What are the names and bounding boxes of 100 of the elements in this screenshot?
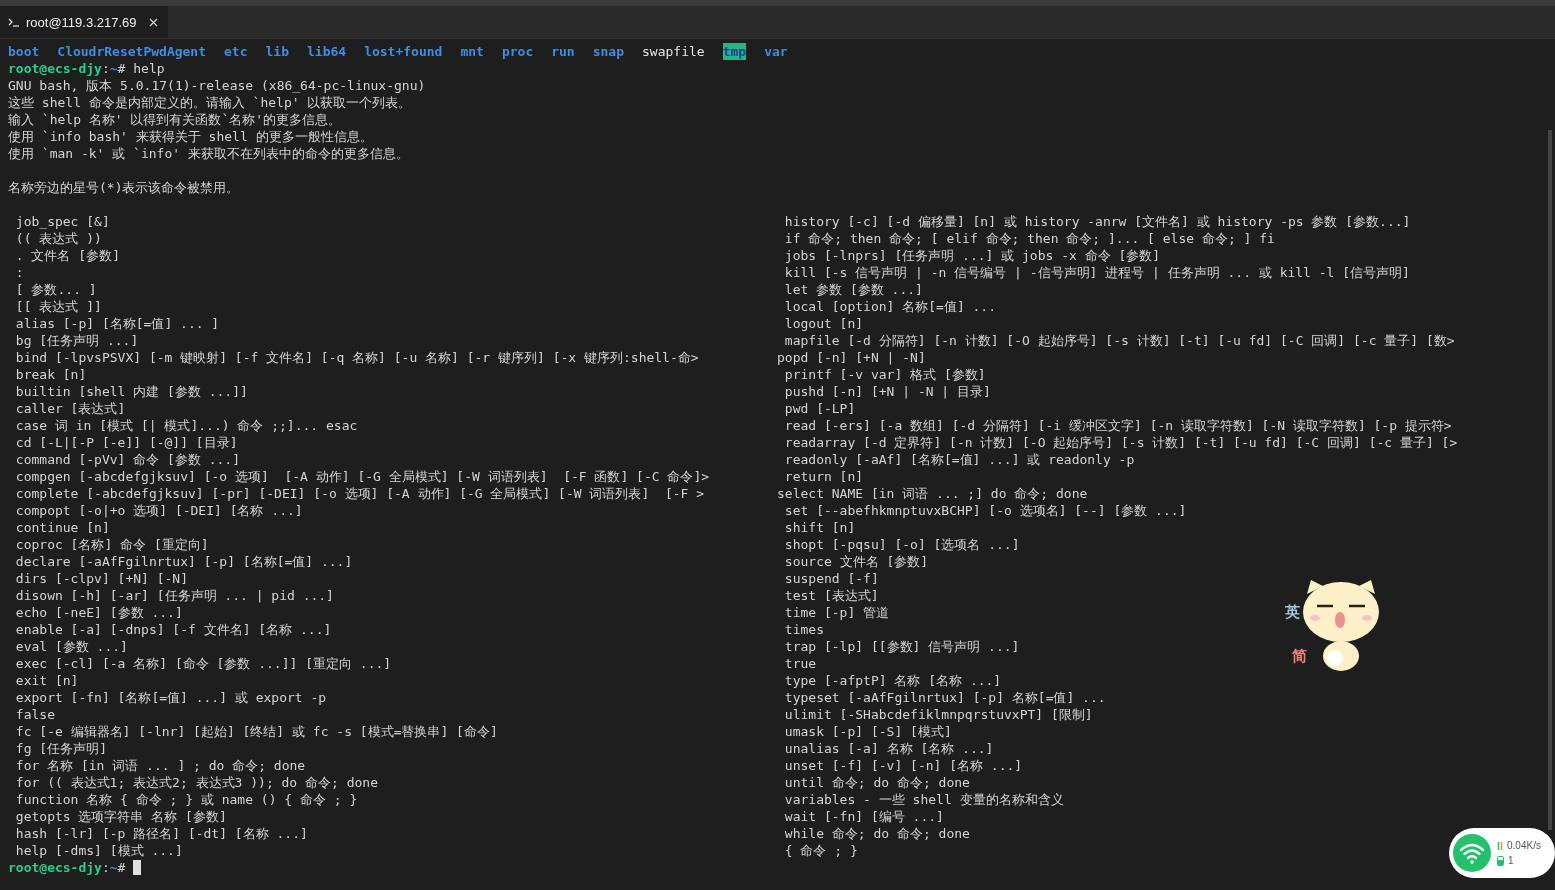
command-usage: help [-dms] [模式 ...] <box>14 842 183 859</box>
command-usage: unset [-f] [-v] [-n] [名称 ...] <box>783 757 1023 774</box>
command-usage: times <box>783 621 824 638</box>
command-usage: variables - 一些 shell 变量的名称和含义 <box>783 791 1064 808</box>
directory-entry: boot <box>8 43 40 60</box>
command-usage: alias [-p] [名称[=值] ... ] <box>14 315 220 332</box>
terminal-line: 使用 `info bash' 来获得关于 shell 的更多一般性信息。 <box>8 128 374 145</box>
command-usage: command [-pVv] 命令 [参数 ...] <box>14 451 240 468</box>
command-usage: pwd [-LP] <box>783 400 856 417</box>
command-usage: logout [n] <box>783 315 864 332</box>
command-usage: exec [-cl] [-a 名称] [命令 [参数 ...]] [重定向 ...] <box>14 655 392 672</box>
terminal-line: 输入 `help 名称' 以得到有关函数`名称'的更多信息。 <box>8 111 343 128</box>
directory-entry: lost+found <box>364 43 443 60</box>
command-usage: source 文件名 [参数] <box>783 553 929 570</box>
command-usage: shift [n] <box>783 519 856 536</box>
command-usage: type [-afptP] 名称 [名称 ...] <box>783 672 1002 689</box>
command-usage: getopts 选项字符串 名称 [参数] <box>14 808 227 825</box>
command-text: help <box>133 61 165 76</box>
command-usage: case 词 in [模式 [| 模式]...) 命令 ;;]... esac <box>14 417 358 434</box>
command-usage: enable [-a] [-dnps] [-f 文件名] [名称 ...] <box>14 621 332 638</box>
ime-mode-label: 简 <box>1292 647 1307 666</box>
device-count: 1 <box>1508 855 1514 866</box>
command-usage: while 命令; do 命令; done <box>783 825 970 842</box>
directory-entry: lib <box>265 43 289 60</box>
command-usage: for 名称 [in 词语 ... ] ; do 命令; done <box>14 757 306 774</box>
directory-entry: CloudrResetPwdAgent <box>57 43 207 60</box>
command-usage: set [--abefhkmnptuvxBCHP] [-o 选项名] [--] [参数 ...] <box>783 502 1187 519</box>
command-usage: history [-c] [-d 偏移量] [n] 或 history -anrw [文件名] 或 history -ps 参数 [参数...] <box>783 213 1411 230</box>
command-usage: continue [n] <box>14 519 110 536</box>
command-usage: shopt [-pqsu] [-o] [选项名 ...] <box>783 536 1020 553</box>
command-usage: typeset [-aAfFgilnrtux] [-p] 名称[=值] ... <box>783 689 1106 706</box>
command-usage: jobs [-lnprs] [任务声明 ...] 或 jobs -x 命令 [参数] <box>783 247 1161 264</box>
command-usage: trap [-lp] [[参数] 信号声明 ...] <box>783 638 1020 655</box>
command-usage: until 命令; do 命令; done <box>783 774 970 791</box>
device-icon <box>1497 855 1504 866</box>
command-usage: time [-p] 管道 <box>783 604 890 621</box>
prompt-separator: : <box>101 61 110 76</box>
wifi-icon <box>1453 834 1491 872</box>
command-usage: pushd [-n] [+N | -N | 目录] <box>783 383 991 400</box>
command-usage: popd [-n] [+N | -N] <box>777 349 926 366</box>
terminal-tab[interactable]: root@119.3.217.69 <box>0 6 168 38</box>
command-usage: break [n] <box>14 366 87 383</box>
command-usage: readonly [-aAf] [名称[=值] ...] 或 readonly -p <box>783 451 1135 468</box>
command-usage: (( 表达式 )) <box>14 230 102 247</box>
command-usage: fc [-e 编辑器名] [-lnr] [起始] [终结] 或 fc -s [模式=替换串] [命令] <box>14 723 498 740</box>
command-usage: mapfile [-d 分隔符] [-n 计数] [-O 起始序号] [-s 计数] [-t] [-u fd] [-C 回调] [-c 量子] [数> <box>783 332 1455 349</box>
command-usage: eval [参数 ...] <box>14 638 128 655</box>
directory-entry: etc <box>224 43 248 60</box>
command-usage: read [-ers] [-a 数组] [-d 分隔符] [-i 缓冲区文字] [-n 读取字符数] [-N 读取字符数] [-p 提示符> <box>783 417 1452 434</box>
ime-mode-label: 英 <box>1285 603 1300 622</box>
command-usage: true <box>783 655 817 672</box>
prompt-symbol: # <box>117 860 126 875</box>
command-usage: function 名称 { 命令 ; } 或 name () { 命令 ; } <box>14 791 358 808</box>
command-usage: echo [-neE] [参数 ...] <box>14 604 183 621</box>
command-usage: for (( 表达式1; 表达式2; 表达式3 )); do 命令; done <box>14 774 378 791</box>
prompt-path: ~ <box>109 860 118 875</box>
terminal-line: GNU bash, 版本 5.0.17(1)-release (x86_64-pc-linux-gnu) <box>8 77 427 94</box>
command-usage: [[ 表达式 ]] <box>14 298 102 315</box>
directory-entry: var <box>764 43 788 60</box>
command-usage: compgen [-abcdefgjksuv] [-o 选项] [-A 动作] [-G 全局模式] [-W 词语列表] [-F 函数] [-C 命令]> <box>14 468 710 485</box>
command-usage: caller [表达式] <box>14 400 126 417</box>
command-usage: compopt [-o|+o 选项] [-DEI] [名称 ...] <box>14 502 303 519</box>
command-usage: fg [任务声明] <box>14 740 107 757</box>
prompt-symbol: # <box>117 61 126 76</box>
command-usage: return [n] <box>783 468 864 485</box>
directory-entry: snap <box>592 43 624 60</box>
command-usage: false <box>14 706 55 723</box>
directory-entry: proc <box>501 43 534 60</box>
command-usage: builtin [shell 内建 [参数 ...]] <box>14 383 248 400</box>
command-usage: disown [-h] [-ar] [任务声明 ... | pid ...] <box>14 587 334 604</box>
directory-entry: mnt <box>460 43 484 60</box>
scrollbar[interactable] <box>1548 130 1552 830</box>
command-usage: export [-fn] [名称[=值] ...] 或 export -p <box>14 689 327 706</box>
transfer-arrows-icon <box>1497 840 1503 851</box>
command-usage: dirs [-clpv] [+N] [-N] <box>14 570 188 587</box>
command-usage: suspend [-f] <box>783 570 879 587</box>
command-usage: readarray [-d 定界符] [-n 计数] [-O 起始序号] [-s 计数] [-t] [-u fd] [-C 回调] [-c 量子] [> <box>783 434 1458 451</box>
command-usage: declare [-aAfFgilnrtux] [-p] [名称[=值] ...] <box>14 553 353 570</box>
command-usage: ulimit [-SHabcdefiklmnpqrstuvxPT] [限制] <box>783 706 1093 723</box>
command-usage: job_spec [&] <box>14 213 110 230</box>
command-usage: cd [-L|[-P [-e]] [-@]] [目录] <box>14 434 238 451</box>
command-usage: hash [-lr] [-p 路径名] [-dt] [名称 ...] <box>14 825 308 842</box>
command-usage: bg [任务声明 ...] <box>14 332 139 349</box>
command-usage: wait [-fn] [编号 ...] <box>783 808 944 825</box>
directory-entry: run <box>551 43 575 60</box>
close-icon[interactable] <box>148 17 158 27</box>
command-usage: [ 参数... ] <box>14 281 97 298</box>
command-usage: select NAME [in 词语 ... ;] do 命令; done <box>777 485 1088 502</box>
command-usage: kill [-s 信号声明 | -n 信号编号 | -信号声明] 进程号 | 任务声明 ... 或 kill -l [信号声明] <box>783 264 1410 281</box>
command-usage: . 文件名 [参数] <box>14 247 120 264</box>
network-widget[interactable]: 0.04K/s 1 <box>1449 828 1555 878</box>
command-usage: let 参数 [参数 ...] <box>783 281 923 298</box>
command-usage: : <box>14 264 24 281</box>
network-speed: 0.04K/s <box>1507 840 1541 851</box>
command-usage: coproc [名称] 命令 [重定向] <box>14 536 209 553</box>
command-usage: bind [-lpvsPSVX] [-m 键映射] [-f 文件名] [-q 名称] [-u 名称] [-r 键序列] [-x 键序列:shell-命> <box>14 349 699 366</box>
directory-entry: lib64 <box>307 43 347 60</box>
prompt-user-host: root@ecs-djy <box>8 860 102 875</box>
command-usage: umask [-p] [-S] [模式] <box>783 723 952 740</box>
terminal-icon <box>8 17 20 27</box>
